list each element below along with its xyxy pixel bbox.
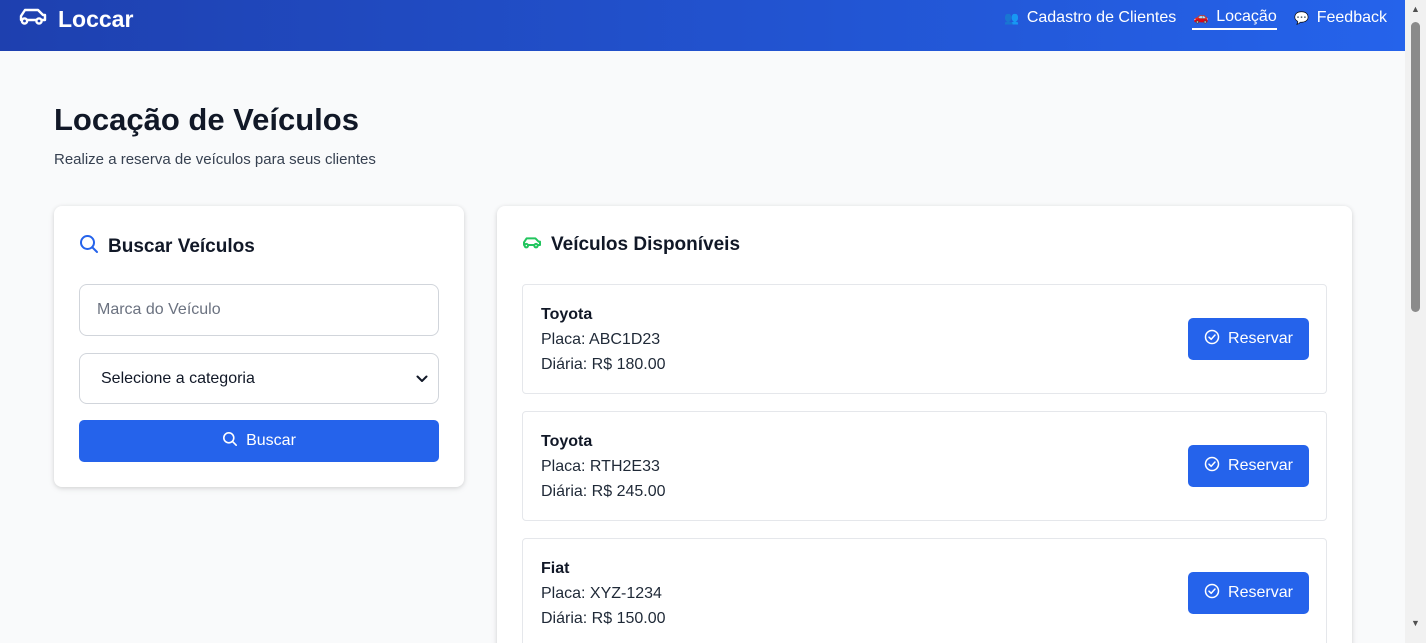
nav-link-label: Locação — [1216, 7, 1277, 25]
car-emoji-icon: 🚗 — [1193, 9, 1209, 24]
brand-input[interactable] — [79, 284, 439, 336]
vehicle-item: Toyota Placa: RTH2E33 Diária: R$ 245.00 … — [522, 411, 1327, 521]
nav-link-locacao[interactable]: 🚗 Locação — [1192, 8, 1277, 30]
search-card-title-text: Buscar Veículos — [108, 236, 255, 257]
search-button-label: Buscar — [246, 432, 296, 449]
search-icon — [222, 431, 238, 452]
search-card-title: Buscar Veículos — [79, 234, 255, 260]
vehicle-brand: Toyota — [541, 306, 593, 323]
reserve-button-label: Reservar — [1228, 584, 1293, 601]
scroll-up-arrow-icon[interactable]: ▲ — [1405, 0, 1426, 17]
category-select-value: Selecione a categoria — [101, 369, 255, 387]
nav-link-cadastro-clientes[interactable]: 👥 Cadastro de Clientes — [1003, 9, 1176, 29]
check-circle-icon — [1204, 329, 1220, 350]
vehicles-card-title-text: Veículos Disponíveis — [551, 234, 741, 255]
reserve-button[interactable]: Reservar — [1188, 445, 1309, 487]
vehicle-brand: Toyota — [541, 433, 593, 450]
vehicle-item: Toyota Placa: ABC1D23 Diária: R$ 180.00 … — [522, 284, 1327, 394]
vertical-scrollbar[interactable]: ▲ ▼ — [1405, 0, 1426, 643]
brand-name: Loccar — [58, 6, 134, 32]
search-icon — [79, 234, 99, 260]
vehicle-plate: Placa: ABC1D23 — [541, 331, 661, 348]
search-card: Buscar Veículos Selecione a categoria Bu… — [54, 206, 464, 487]
vehicle-item: Fiat Placa: XYZ-1234 Diária: R$ 150.00 R… — [522, 538, 1327, 643]
vehicle-daily-rate: Diária: R$ 150.00 — [541, 610, 666, 627]
top-navbar: Loccar 👥 Cadastro de Clientes 🚗 Locação … — [0, 0, 1405, 51]
category-select[interactable]: Selecione a categoria — [79, 353, 439, 404]
nav-links: 👥 Cadastro de Clientes 🚗 Locação 💬 Feedb… — [1003, 8, 1387, 30]
check-circle-icon — [1204, 456, 1220, 477]
nav-link-label: Cadastro de Clientes — [1026, 8, 1177, 26]
brand-logo[interactable]: Loccar — [18, 6, 133, 33]
search-button[interactable]: Buscar — [79, 420, 439, 462]
car-icon — [18, 7, 48, 32]
chevron-down-icon — [416, 372, 428, 386]
vehicles-card-title: Veículos Disponíveis — [522, 234, 740, 256]
vehicle-daily-rate: Diária: R$ 180.00 — [541, 356, 666, 373]
users-icon: 👥 — [1004, 10, 1020, 25]
scroll-down-arrow-icon[interactable]: ▼ — [1405, 614, 1426, 631]
vehicle-daily-rate: Diária: R$ 245.00 — [541, 483, 666, 500]
car-icon — [522, 234, 542, 256]
vehicle-brand: Fiat — [541, 560, 570, 577]
reserve-button-label: Reservar — [1228, 457, 1293, 474]
nav-link-label: Feedback — [1316, 8, 1387, 26]
speech-bubble-icon: 💬 — [1294, 10, 1310, 25]
page-subtitle: Realize a reserva de veículos para seus … — [54, 151, 376, 168]
reserve-button[interactable]: Reservar — [1188, 572, 1309, 614]
nav-link-feedback[interactable]: 💬 Feedback — [1293, 9, 1387, 29]
vehicle-plate: Placa: XYZ-1234 — [541, 585, 662, 602]
reserve-button[interactable]: Reservar — [1188, 318, 1309, 360]
scrollbar-thumb[interactable] — [1411, 22, 1420, 312]
reserve-button-label: Reservar — [1228, 330, 1293, 347]
check-circle-icon — [1204, 583, 1220, 604]
vehicles-card: Veículos Disponíveis Toyota Placa: ABC1D… — [497, 206, 1352, 643]
page-title: Locação de Veículos — [54, 102, 359, 137]
vehicle-plate: Placa: RTH2E33 — [541, 458, 660, 475]
